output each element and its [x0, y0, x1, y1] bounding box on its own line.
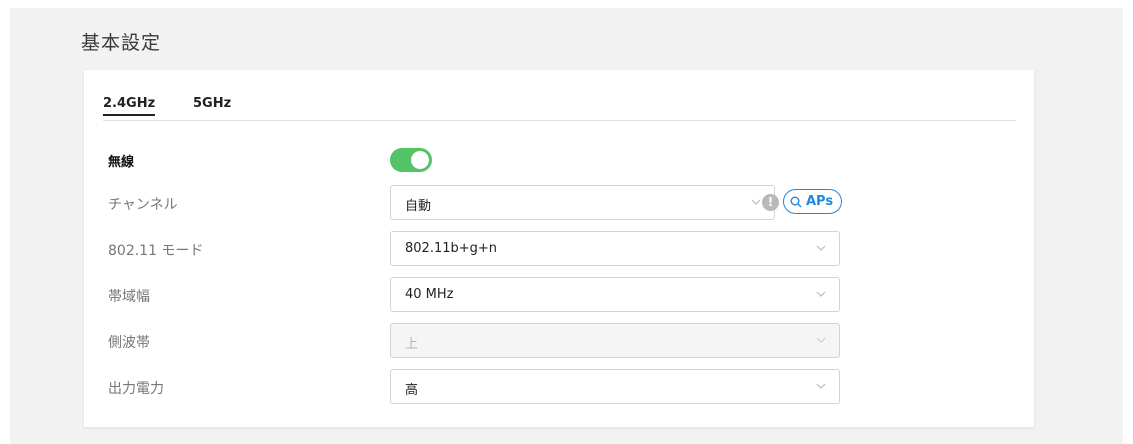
bandwidth-value: 40 MHz: [405, 287, 454, 302]
page-title: 基本設定: [81, 32, 162, 54]
chevron-down-icon: [816, 245, 826, 251]
page-background: 基本設定 2.4GHz 5GHz 無線 チャンネル 自動 ! APs 802.1…: [10, 8, 1123, 444]
sideband-value: 上: [405, 337, 419, 352]
info-icon[interactable]: !: [762, 194, 779, 211]
bandwidth-label: 帯域幅: [108, 289, 150, 305]
wireless-toggle[interactable]: [390, 148, 432, 172]
mode-select[interactable]: 802.11b+g+n: [390, 231, 840, 266]
power-value: 高: [405, 383, 419, 398]
chevron-down-icon: [751, 199, 761, 205]
power-row: 出力電力 高: [103, 369, 1034, 405]
wireless-label: 無線: [108, 155, 135, 170]
bandwidth-row: 帯域幅 40 MHz: [103, 277, 1034, 313]
power-label: 出力電力: [108, 381, 164, 397]
chevron-down-icon: [816, 291, 826, 297]
scan-aps-button[interactable]: APs: [783, 189, 843, 214]
sideband-row: 側波帯 上: [103, 323, 1034, 359]
power-select[interactable]: 高: [390, 369, 840, 404]
channel-row: チャンネル 自動 ! APs: [103, 185, 1034, 221]
chevron-down-icon: [816, 337, 826, 343]
mode-label: 802.11 モード: [108, 243, 204, 259]
tab-5ghz[interactable]: 5GHz: [193, 96, 231, 115]
wireless-row: 無線: [103, 144, 1034, 180]
settings-card: 2.4GHz 5GHz 無線 チャンネル 自動 ! APs 802.11 モード…: [84, 70, 1034, 427]
mode-row: 802.11 モード 802.11b+g+n: [103, 231, 1034, 267]
search-icon: [790, 196, 802, 207]
channel-select[interactable]: 自動: [390, 185, 775, 220]
bandwidth-select[interactable]: 40 MHz: [390, 277, 840, 312]
mode-value: 802.11b+g+n: [405, 241, 498, 256]
aps-button-label: APs: [806, 194, 834, 209]
chevron-down-icon: [816, 383, 826, 389]
band-tabs: 2.4GHz 5GHz: [103, 96, 1016, 121]
sideband-label: 側波帯: [108, 335, 150, 351]
toggle-knob: [411, 151, 429, 169]
channel-label: チャンネル: [108, 197, 178, 213]
tab-2-4ghz[interactable]: 2.4GHz: [103, 96, 156, 116]
channel-value: 自動: [405, 199, 432, 214]
sideband-select: 上: [390, 323, 840, 358]
